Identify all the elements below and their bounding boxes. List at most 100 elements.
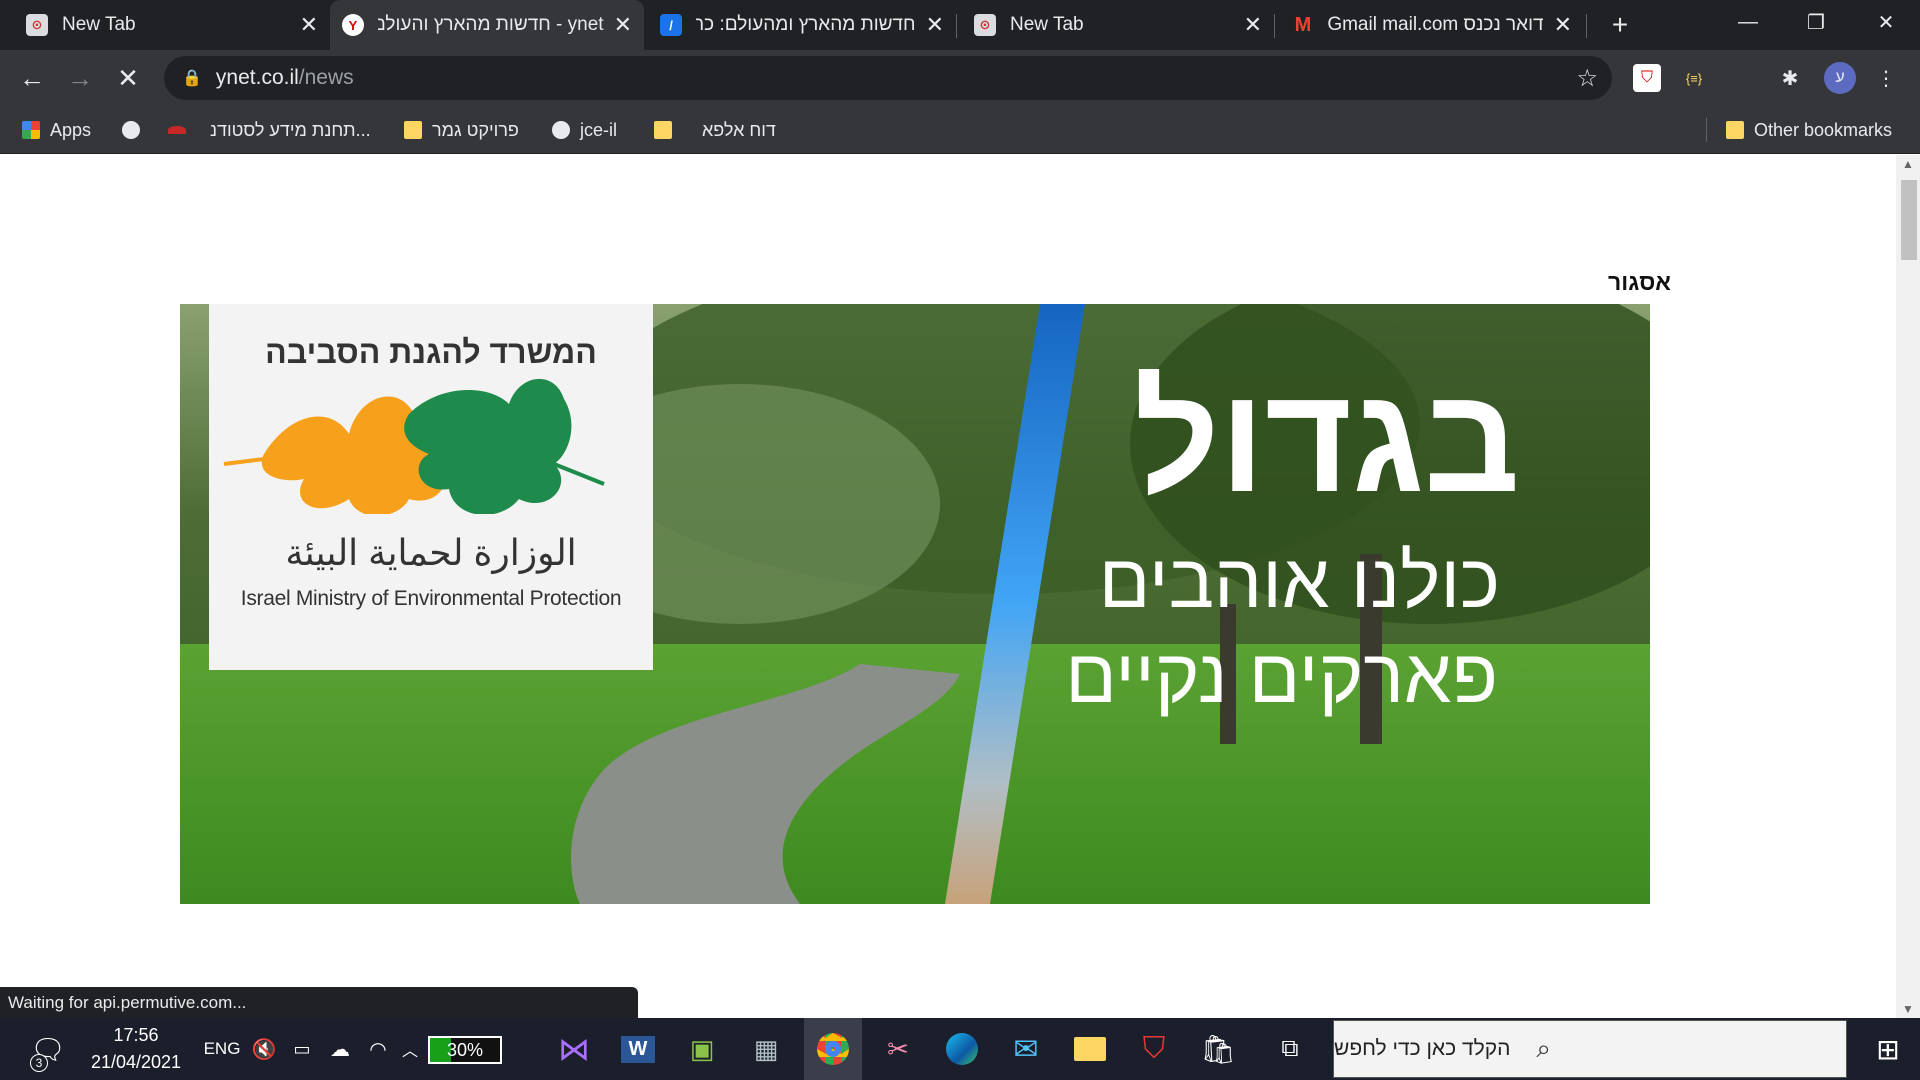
mcafee-icon[interactable]: ⛉ [1128,1018,1180,1080]
file-explorer-icon[interactable] [1064,1018,1116,1080]
ynet-icon: Y [342,14,364,36]
windows-start-icon[interactable]: ⊞ [1856,1018,1920,1080]
bookmark-star-icon[interactable]: ☆ [1576,64,1598,93]
scroll-down-arrow-icon[interactable]: ▼ [1902,1002,1914,1016]
tab-title: New Tab [62,14,136,35]
language-indicator[interactable]: ENG [200,1018,244,1080]
close-ad-button[interactable]: אסגור [1608,269,1671,296]
bookmark-student-info[interactable]: תחנת מידע לסטודנ... [168,106,371,154]
clock-date[interactable]: 21/04/2021 [88,1052,184,1073]
battery-percent-widget[interactable]: 30% [428,1036,502,1064]
photo-viewer-icon[interactable]: ▦ [740,1018,792,1080]
bookmark-apps[interactable]: Apps [22,106,91,154]
ministry-name-english: Israel Ministry of Environmental Protect… [240,587,622,610]
tab-separator [956,14,957,38]
extension-brackets-icon[interactable]: {≡} [1680,64,1708,92]
tab-new-tab-1[interactable]: ⊙ New Tab ✕ [14,0,330,50]
apps-grid-icon [22,121,40,139]
lock-icon: 🔒 [182,70,202,87]
globe-icon [122,121,140,139]
bookmarks-bar: Apps תחנת מידע לסטודנ... פרויקט גמר jce-… [0,106,1920,154]
tab-separator [1586,14,1587,38]
new-tab-button[interactable]: + [1590,3,1650,47]
chrome-newtab-icon: ⊙ [26,14,48,36]
visual-studio-icon[interactable]: ⋈ [548,1018,600,1080]
avatar[interactable]: ע [1824,62,1856,94]
page-scrollbar[interactable]: ▲ ▼ [1896,155,1920,1018]
close-tab-icon[interactable]: ✕ [926,12,944,38]
ad-headline-line3: פארקים נקיים [1065,634,1498,719]
edge-icon[interactable] [936,1018,988,1080]
close-tab-icon[interactable]: ✕ [1244,12,1262,38]
chrome-icon[interactable] [804,1018,862,1080]
tab-title: דואר נכנס Gmail mail.com [1328,14,1544,35]
bookmark-separator [1706,118,1707,142]
github-icon [552,121,570,139]
chrome-newtab-icon: ⊙ [974,14,996,36]
bookmark-jce-il[interactable]: jce-il [552,106,617,154]
folder-icon [654,121,672,139]
folder-icon [1726,121,1744,139]
ad-banner[interactable]: המשרד להגנת הסביבה الوزارة لحماية البيئة… [180,304,1650,904]
wifi-icon[interactable]: ◠ [362,1018,394,1080]
volume-muted-icon[interactable]: 🔇 [248,1018,280,1080]
ad-headline-big: בגדול [1133,355,1520,523]
image-editor-icon[interactable]: ▣ [676,1018,728,1080]
forward-arrow-icon[interactable]: → [62,60,98,96]
snipping-tool-icon[interactable]: ✂ [872,1018,924,1080]
tab-separator [1274,14,1275,38]
tab-news[interactable]: / חדשות מהארץ ומהעולם: כת ✕ [648,0,956,50]
tab-title: חדשות מהארץ ומהעולם: כת [696,14,916,35]
status-bubble: Waiting for api.permutive.com... [0,987,638,1019]
tab-gmail[interactable]: M דואר נכנס Gmail mail.com ✕ [1280,0,1584,50]
battery-status-icon[interactable]: ▭ [286,1018,318,1080]
gmail-icon: M [1294,13,1312,36]
minimize-button[interactable]: — [1718,0,1778,44]
search-icon: ⌕ [1536,1033,1551,1063]
bookmark-label: דוח אלפא [702,119,776,140]
word-icon[interactable]: W [612,1018,664,1080]
red-logo-icon [168,126,186,134]
leaves-logo-icon [223,379,605,514]
bookmark-label: פרויקט גמר [432,119,519,140]
scrollbar-thumb[interactable] [1901,180,1917,260]
bookmark-final-project[interactable]: פרויקט גמר [404,106,519,154]
close-tab-icon[interactable]: ✕ [300,12,318,38]
menu-kebab-icon[interactable]: ⋮ [1872,64,1900,92]
stop-loading-icon[interactable]: ✕ [110,60,146,96]
scroll-up-arrow-icon[interactable]: ▲ [1902,157,1914,171]
store-icon[interactable]: 🛍 [1192,1018,1244,1080]
restore-button[interactable]: ❐ [1786,0,1846,44]
action-center-icon[interactable]: 🗨 [18,1018,78,1080]
tab-ynet[interactable]: Y ynet - חדשות מהארץ והעולם ✕ [330,0,644,50]
close-tab-icon[interactable]: ✕ [1554,12,1572,38]
browser-toolbar: ← → ✕ 🔒 ynet.co.il/news ☆ ⛉ {≡} ✱ ע ⋮ [0,50,1920,106]
ministry-logo-box: המשרד להגנת הסביבה الوزارة لحماية البيئة… [209,304,653,670]
extensions-puzzle-icon[interactable]: ✱ [1776,64,1804,92]
close-window-button[interactable]: ✕ [1856,0,1916,44]
ministry-name-arabic: الوزارة لحماية البيئة [285,532,577,573]
chevron-up-icon[interactable]: ︿ [398,1018,422,1080]
bookmark-label: Apps [50,119,92,140]
bookmark-globe[interactable] [122,106,150,154]
clock-time[interactable]: 17:56 [88,1025,184,1046]
onedrive-error-icon[interactable]: ☁ [322,1018,358,1080]
tab-strip: ⊙ New Tab ✕ Y ynet - חדשות מהארץ והעולם … [0,0,1920,50]
back-arrow-icon[interactable]: ← [14,60,50,96]
windows-taskbar: 🗨 3 17:56 21/04/2021 ENG 🔇 ▭ ☁ ◠ ︿ 30% ⋈… [0,1018,1920,1080]
mail-icon[interactable]: ✉ [1000,1018,1052,1080]
tab-new-tab-2[interactable]: ⊙ New Tab ✕ [962,0,1274,50]
address-bar[interactable]: 🔒 ynet.co.il/news ☆ [164,56,1612,100]
pocket-extension-icon[interactable]: ⛉ [1633,64,1661,92]
search-placeholder: הקלד כאן כדי לחפש [1334,1037,1511,1060]
close-tab-icon[interactable]: ✕ [614,12,632,38]
bookmark-other[interactable]: Other bookmarks [1726,106,1892,154]
web-page: אסגור המשרד להגנת הסביבה الوزارة لحماية … [0,155,1896,1018]
taskbar-search-input[interactable]: ⌕ הקלד כאן כדי לחפש [1333,1020,1847,1078]
tab-title: New Tab [1010,14,1084,35]
task-view-icon[interactable]: ⧉ [1266,1018,1314,1080]
tab-title: ynet - חדשות מהארץ והעולם [378,14,604,35]
url-text[interactable]: ynet.co.il/news [216,66,354,90]
notification-count: 3 [30,1054,48,1072]
bookmark-alpha-report[interactable]: דוח אלפא [654,106,776,154]
